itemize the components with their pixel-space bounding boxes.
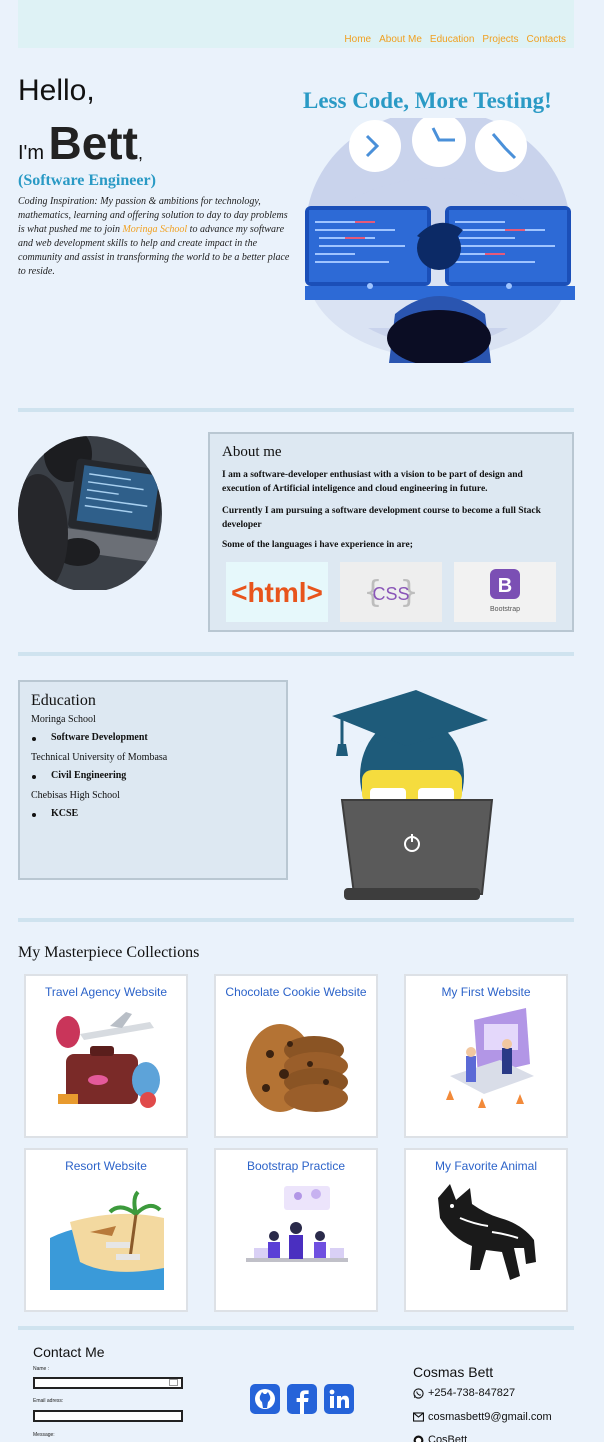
project-card-travel[interactable]: Travel Agency Website	[24, 974, 188, 1138]
nav-projects-link[interactable]: Projects	[482, 34, 518, 45]
svg-text:B: B	[498, 575, 512, 597]
section-divider	[18, 408, 574, 412]
message-label: Message:	[33, 1432, 55, 1438]
bootstrap-logo: B Bootstrap	[454, 562, 556, 622]
project-card-bootstrap[interactable]: Bootstrap Practice	[214, 1148, 378, 1312]
bio-school-link[interactable]: Moringa School	[122, 224, 187, 235]
education-qualification: Civil Engineering	[51, 770, 127, 781]
project-title[interactable]: Resort Website	[26, 1159, 186, 1173]
cookies-image	[240, 1004, 354, 1116]
github-handle[interactable]: CosBett	[428, 1434, 467, 1442]
developer-illustration	[305, 118, 575, 363]
phone-line: +254-738-847827	[413, 1387, 515, 1399]
nav-links: Home About Me Education Projects Contact…	[344, 34, 566, 45]
hero-name: Bett	[48, 117, 138, 169]
beach-resort-image	[50, 1178, 164, 1290]
github-line: CosBett	[413, 1434, 467, 1442]
nav-about-link[interactable]: About Me	[379, 34, 422, 45]
social-links	[250, 1384, 354, 1414]
contact-person-name: Cosmas Bett	[413, 1364, 494, 1380]
section-divider	[18, 652, 574, 656]
svg-text:<html>: <html>	[231, 577, 323, 608]
team-illustration-image	[430, 1004, 544, 1116]
dog-drawing-image	[430, 1178, 544, 1290]
linkedin-icon[interactable]	[324, 1384, 354, 1414]
nav-home-link[interactable]: Home	[344, 34, 371, 45]
hero-im: I'm	[18, 142, 45, 164]
email-label: Email adress:	[33, 1398, 64, 1404]
education-qualification: KCSE	[51, 808, 79, 819]
meeting-illustration-image	[240, 1178, 354, 1290]
project-card-first[interactable]: My First Website	[404, 974, 568, 1138]
css-logo: { } CSS	[340, 562, 442, 622]
hero-bio: Coding Inspiration: My passion & ambitio…	[18, 195, 290, 279]
html-logo: <html>	[226, 562, 328, 622]
autofill-icon	[169, 1379, 178, 1386]
svg-text:Bootstrap: Bootstrap	[490, 606, 520, 613]
hero-role: (Software Engineer)	[18, 172, 156, 189]
travel-luggage-image	[50, 1004, 164, 1116]
education-qualification: Software Development	[51, 732, 148, 743]
section-divider	[18, 918, 574, 922]
education-institution: Moringa School	[31, 714, 96, 725]
nav-education-link[interactable]: Education	[430, 34, 474, 45]
hero-tagline: Less Code, More Testing!	[303, 88, 552, 113]
whatsapp-icon	[413, 1387, 424, 1399]
nav-contacts-link[interactable]: Contacts	[527, 34, 566, 45]
facebook-icon[interactable]	[287, 1384, 317, 1414]
project-title[interactable]: My First Website	[406, 985, 566, 999]
hero-comma: ,	[137, 143, 143, 163]
svg-text:CSS: CSS	[372, 584, 409, 604]
education-institution: Chebisas High School	[31, 790, 120, 801]
about-paragraph-current: Currently I am pursuing a software devel…	[222, 506, 541, 530]
about-card: About me I am a software-developer enthu…	[208, 432, 574, 632]
education-card: Education Moringa School Software Develo…	[18, 680, 288, 880]
project-title[interactable]: Bootstrap Practice	[216, 1159, 376, 1173]
about-paragraph-vision: I am a software-developer enthusiast wit…	[222, 470, 523, 494]
project-title[interactable]: Chocolate Cookie Website	[216, 985, 376, 999]
education-title: Education	[31, 692, 96, 709]
envelope-icon	[413, 1412, 424, 1422]
bullet-icon	[32, 737, 36, 741]
project-card-resort[interactable]: Resort Website	[24, 1148, 188, 1312]
hero-name-line: I'm Bett,	[18, 116, 143, 170]
github-small-icon	[413, 1435, 424, 1442]
section-divider	[18, 1326, 574, 1330]
email-input[interactable]	[33, 1410, 183, 1422]
email-line: cosmasbett9@gmail.com	[413, 1411, 552, 1423]
github-icon[interactable]	[250, 1384, 280, 1414]
projects-title: My Masterpiece Collections	[18, 944, 200, 961]
project-card-animal[interactable]: My Favorite Animal	[404, 1148, 568, 1312]
graduate-laptop-illustration	[332, 690, 494, 900]
phone-number[interactable]: +254-738-847827	[428, 1387, 515, 1399]
hero-greeting: Hello,	[18, 74, 95, 107]
contact-title: Contact Me	[33, 1344, 105, 1360]
project-title[interactable]: My Favorite Animal	[406, 1159, 566, 1173]
education-institution: Technical University of Mombasa	[31, 752, 168, 763]
about-paragraph-languages: Some of the languages i have experience …	[222, 540, 413, 550]
about-title: About me	[222, 444, 282, 460]
project-title[interactable]: Travel Agency Website	[26, 985, 186, 999]
bullet-icon	[32, 813, 36, 817]
project-card-cookie[interactable]: Chocolate Cookie Website	[214, 974, 378, 1138]
email-address[interactable]: cosmasbett9@gmail.com	[428, 1411, 552, 1423]
profile-photo	[18, 436, 162, 590]
name-input[interactable]	[33, 1377, 183, 1389]
bullet-icon	[32, 775, 36, 779]
name-label: Name :	[33, 1366, 50, 1372]
